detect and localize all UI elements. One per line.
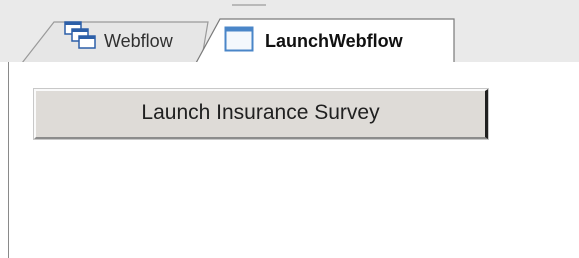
panel-left-border	[8, 62, 9, 258]
tab-launchwebflow-label[interactable]: LaunchWebflow	[265, 31, 403, 52]
launch-insurance-survey-button[interactable]: Launch Insurance Survey	[34, 89, 488, 139]
tab-strip: Webflow LaunchWebflow	[0, 0, 579, 62]
window-stack-icon	[64, 21, 96, 49]
window-icon	[224, 26, 254, 52]
tab-webflow-label[interactable]: Webflow	[104, 31, 173, 52]
